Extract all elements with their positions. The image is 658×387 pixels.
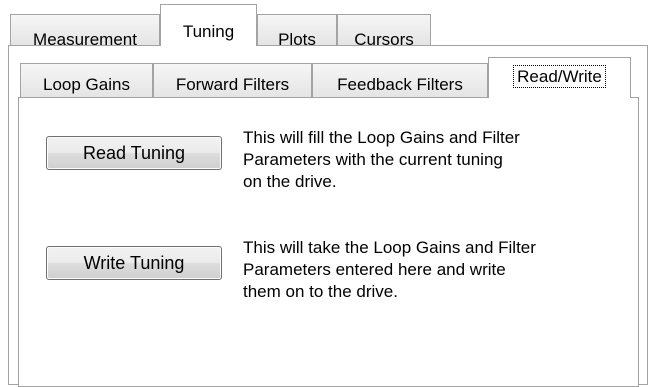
write-description-line: Parameters entered here and write: [243, 260, 506, 279]
tab-tuning[interactable]: Tuning: [160, 4, 257, 46]
tab-measurement[interactable]: Measurement: [10, 14, 160, 48]
tab-read-write-label: Read/Write: [513, 65, 606, 88]
write-tuning-description: This will take the Loop Gains and Filter…: [243, 237, 536, 303]
read-tuning-button[interactable]: Read Tuning: [46, 136, 222, 170]
tab-tuning-label: Tuning: [182, 22, 235, 41]
tab-feedback-filters[interactable]: Feedback Filters: [312, 63, 488, 98]
read-tuning-description: This will fill the Loop Gains and Filter…: [243, 127, 520, 193]
tab-plots[interactable]: Plots: [257, 14, 337, 48]
tab-loop-gains[interactable]: Loop Gains: [20, 63, 153, 98]
tab-forward-filters[interactable]: Forward Filters: [153, 63, 312, 98]
write-description-line: them on to the drive.: [243, 282, 398, 301]
write-description-line: This will take the Loop Gains and Filter: [243, 238, 536, 257]
tab-loop-gains-label: Loop Gains: [43, 75, 130, 94]
read-description-line: on the drive.: [243, 172, 337, 191]
tab-feedback-filters-label: Feedback Filters: [337, 75, 463, 94]
read-description-line: This will fill the Loop Gains and Filter: [243, 128, 520, 147]
tab-cursors[interactable]: Cursors: [337, 14, 431, 48]
write-tuning-button[interactable]: Write Tuning: [46, 246, 222, 280]
read-description-line: Parameters with the current tuning: [243, 150, 503, 169]
tab-read-write[interactable]: Read/Write: [488, 57, 631, 98]
tab-forward-filters-label: Forward Filters: [175, 75, 290, 94]
